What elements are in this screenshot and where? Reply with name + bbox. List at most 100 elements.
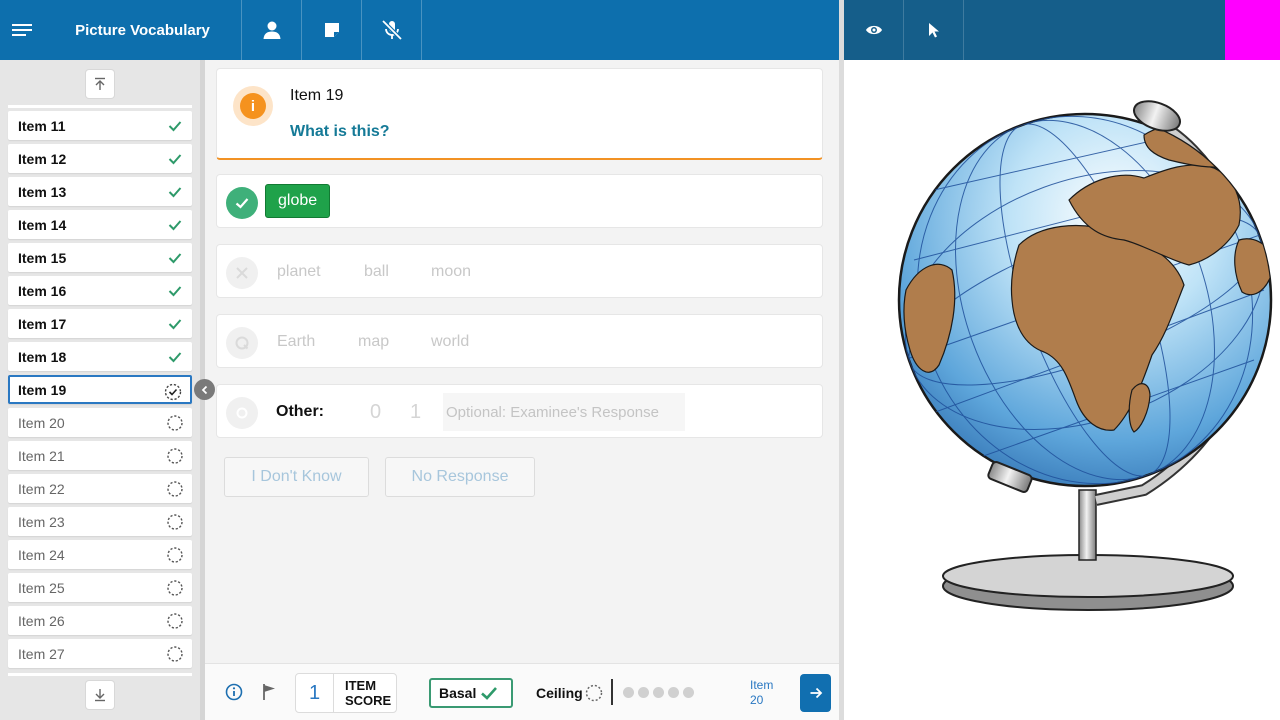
ceiling-status-icon — [585, 684, 603, 702]
list-edge-top — [8, 105, 192, 108]
sidebar-item[interactable]: Item 25 — [8, 573, 192, 602]
item-list: Item 11 Item 12 Item 13 Item 14 Item 15 Item … — [8, 111, 192, 672]
pending-icon — [166, 513, 184, 531]
examinee-response-input[interactable] — [443, 393, 685, 431]
ceiling-progress-dot — [623, 687, 634, 698]
stimulus-toolbar — [844, 0, 1280, 60]
response-map-button[interactable]: map — [358, 315, 389, 369]
question-card: i Item 19 What is this? — [216, 68, 823, 160]
basal-label: Basal — [439, 685, 477, 701]
correct-response-icon — [226, 187, 258, 219]
sidebar-item-label: Item 25 — [18, 579, 65, 596]
sidebar-item[interactable]: Item 24 — [8, 540, 192, 569]
sidebar-item[interactable]: Item 21 — [8, 441, 192, 470]
pending-icon — [166, 447, 184, 465]
next-item-label: Item 20 — [750, 678, 773, 708]
next-item-button[interactable] — [800, 674, 831, 712]
sidebar-item[interactable]: Item 27 — [8, 639, 192, 668]
footer-bar: 1 ITEM SCORE Basal Ceiling Item 20 — [205, 663, 839, 720]
other-score-1-button[interactable]: 1 — [410, 385, 421, 439]
notes-icon — [324, 23, 339, 37]
in-progress-icon — [164, 383, 182, 401]
checkmark-icon — [235, 198, 249, 209]
response-globe-button[interactable]: globe — [265, 184, 331, 218]
response-planet-button[interactable]: planet — [277, 245, 321, 299]
no-response-button[interactable]: No Response — [385, 457, 535, 497]
examinee-icon — [263, 21, 280, 39]
globe-picture — [897, 100, 1273, 611]
item-score-value: 1 — [296, 674, 334, 712]
ceiling-progress-dot — [683, 687, 694, 698]
sidebar-item[interactable]: Item 20 — [8, 408, 192, 437]
pending-icon — [166, 645, 184, 663]
sidebar-item[interactable]: Item 12 — [8, 144, 192, 173]
menu-button[interactable] — [0, 0, 44, 60]
x-icon — [236, 267, 248, 279]
ceiling-progress-dot — [638, 687, 649, 698]
chevron-left-icon — [201, 385, 207, 394]
dont-know-button[interactable]: I Don't Know — [224, 457, 369, 497]
scroll-top-button[interactable] — [86, 70, 114, 98]
sidebar-item[interactable]: Item 18 — [8, 342, 192, 371]
sidebar-item[interactable]: Item 14 — [8, 210, 192, 239]
flag-icon — [263, 684, 275, 700]
magenta-indicator — [1225, 0, 1280, 60]
other-score-0-button[interactable]: 0 — [370, 385, 381, 439]
basal-check-icon — [481, 687, 498, 700]
sidebar-item[interactable]: Item 22 — [8, 474, 192, 503]
sidebar-item[interactable]: Item 11 — [8, 111, 192, 140]
sidebar-item-label: Item 12 — [18, 150, 67, 167]
collapse-sidebar-button[interactable] — [194, 379, 215, 400]
hamburger-menu-icon — [12, 24, 32, 36]
top-bar: Picture Vocabulary — [0, 0, 839, 60]
flag-button[interactable] — [259, 682, 279, 702]
sidebar-item[interactable]: Item 17 — [8, 309, 192, 338]
sidebar-item[interactable]: Item 26 — [8, 606, 192, 635]
sidebar-item-label: Item 24 — [18, 546, 65, 563]
sidebar-item-label: Item 23 — [18, 513, 65, 530]
sidebar-item[interactable]: Item 23 — [8, 507, 192, 536]
completed-check-icon — [166, 183, 184, 201]
sidebar-item-label: Item 17 — [18, 315, 67, 332]
sidebar-item-label: Item 18 — [18, 348, 67, 365]
item-score-label-line1: ITEM — [345, 678, 377, 693]
response-moon-button[interactable]: moon — [431, 245, 471, 299]
test-title: Picture Vocabulary — [44, 0, 242, 60]
item-number: Item 19 — [290, 87, 344, 104]
view-button[interactable] — [844, 0, 904, 60]
ceiling-separator — [611, 679, 613, 705]
incorrect-response-icon — [226, 257, 258, 289]
basal-indicator: Basal — [429, 678, 513, 708]
sidebar-item-label: Item 20 — [18, 414, 65, 431]
incorrect-response-row: planet ball moon — [216, 244, 823, 298]
pending-icon — [166, 414, 184, 432]
sidebar-item[interactable]: Item 15 — [8, 243, 192, 272]
sidebar-item[interactable]: Item 13 — [8, 177, 192, 206]
item-score-box: 1 ITEM SCORE — [295, 673, 397, 713]
response-earth-button[interactable]: Earth — [277, 315, 315, 369]
ceiling-progress-dot — [653, 687, 664, 698]
sidebar-item-label: Item 13 — [18, 183, 67, 200]
response-world-button[interactable]: world — [431, 315, 469, 369]
ceiling-progress-dots — [623, 687, 694, 698]
examinee-button[interactable] — [242, 0, 302, 60]
correct-response-row: globe — [216, 174, 823, 228]
pending-icon — [166, 612, 184, 630]
completed-check-icon — [166, 282, 184, 300]
question-prompt: What is this? — [290, 123, 390, 140]
sidebar-item-label: Item 26 — [18, 612, 65, 629]
pending-icon — [166, 579, 184, 597]
next-item-label-line1: Item — [750, 678, 774, 692]
info-circle-icon — [225, 683, 243, 701]
other-label: Other: — [276, 403, 324, 420]
info-button[interactable] — [224, 682, 244, 702]
scroll-bottom-button[interactable] — [86, 681, 114, 709]
item-info-button[interactable]: i — [233, 86, 273, 126]
microphone-button[interactable] — [362, 0, 422, 60]
notes-button[interactable] — [302, 0, 362, 60]
pointer-button[interactable] — [904, 0, 964, 60]
sidebar-item-label: Item 27 — [18, 645, 65, 662]
response-ball-button[interactable]: ball — [364, 245, 389, 299]
sidebar-item[interactable]: Item 16 — [8, 276, 192, 305]
sidebar-item[interactable]: Item 19 — [8, 375, 192, 404]
